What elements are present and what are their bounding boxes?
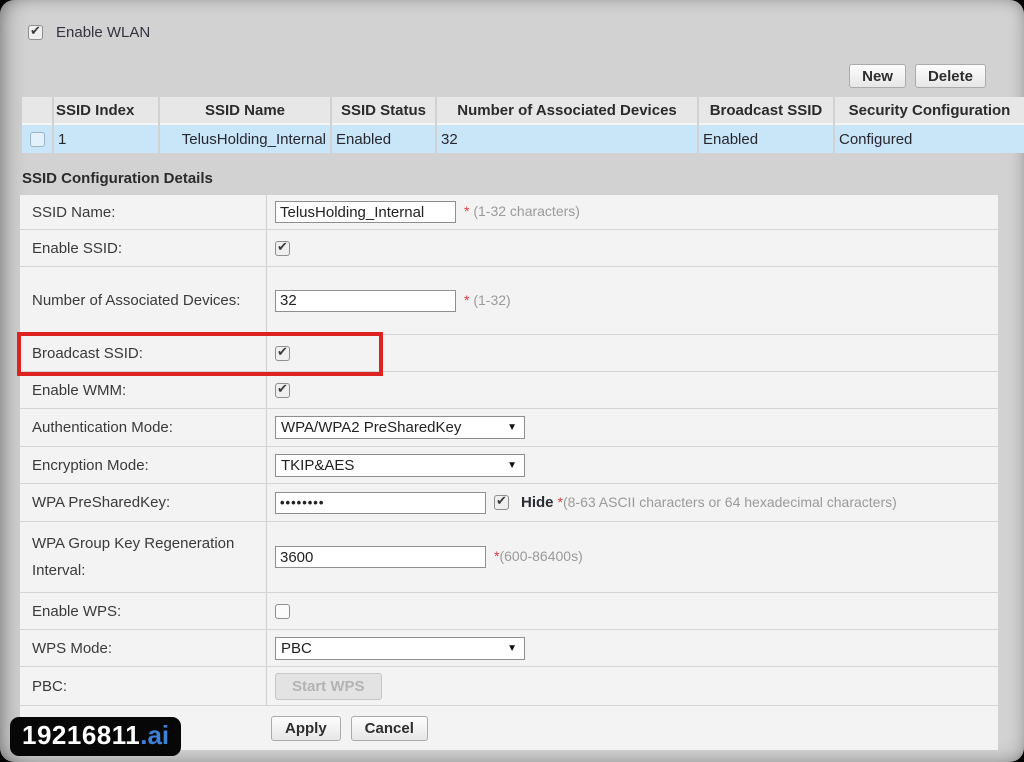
wpa-presharedkey-label: WPA PreSharedKey: <box>20 484 267 521</box>
associated-devices-input[interactable] <box>275 290 456 312</box>
hide-password-checkbox[interactable] <box>494 495 509 510</box>
wpa-presharedkey-input[interactable] <box>275 492 486 514</box>
form-row-enable-wmm: Enable WMM: <box>20 372 998 409</box>
col-security-configuration: Security Configuration <box>835 97 1024 125</box>
router-config-page: Enable WLAN New Delete SSID Index SSID N… <box>0 0 1024 762</box>
wpa-presharedkey-hint: (8-63 ASCII characters or 64 hexadecimal… <box>563 494 897 510</box>
col-broadcast-ssid: Broadcast SSID <box>699 97 833 125</box>
col-ssid-status: SSID Status <box>332 97 435 125</box>
cell-broadcast-ssid: Enabled <box>699 125 833 153</box>
form-row-enable-wps: Enable WPS: <box>20 593 998 630</box>
form-row-broadcast-ssid: Broadcast SSID: <box>20 335 998 372</box>
ssid-name-hint: (1-32 characters) <box>469 203 579 219</box>
form-row-authentication-mode: Authentication Mode: WPA/WPA2 PreSharedK… <box>20 409 998 447</box>
hide-label: Hide <box>521 494 554 511</box>
cell-ssid-status: Enabled <box>332 125 435 153</box>
watermark-badge: 19216811.ai <box>10 717 181 756</box>
wps-mode-value: PBC <box>281 640 312 657</box>
enable-wmm-label: Enable WMM: <box>20 372 267 408</box>
ssid-configuration-form: SSID Name: * (1-32 characters) Enable SS… <box>20 195 998 750</box>
col-ssid-index: SSID Index <box>54 97 158 125</box>
form-row-enable-ssid: Enable SSID: <box>20 230 998 267</box>
associated-devices-hint: (1-32) <box>469 292 510 308</box>
authentication-mode-label: Authentication Mode: <box>20 409 267 446</box>
cell-ssid-name: TelusHolding_Internal <box>160 125 330 153</box>
encryption-mode-select[interactable]: TKIP&AES ▼ <box>275 454 525 477</box>
pbc-label: PBC: <box>20 667 267 705</box>
form-row-wps-mode: WPS Mode: PBC ▼ <box>20 630 998 667</box>
new-button[interactable]: New <box>849 64 906 88</box>
col-associated-devices: Number of Associated Devices <box>437 97 697 125</box>
enable-ssid-label: Enable SSID: <box>20 230 267 266</box>
enable-wps-label: Enable WPS: <box>20 593 267 629</box>
encryption-mode-value: TKIP&AES <box>281 457 354 474</box>
section-title: SSID Configuration Details <box>22 170 998 187</box>
form-row-associated-devices: Number of Associated Devices: * (1-32) <box>20 267 998 335</box>
ssid-name-label: SSID Name: <box>20 195 267 229</box>
associated-devices-label: Number of Associated Devices: <box>20 267 267 334</box>
enable-wps-checkbox[interactable] <box>275 604 290 619</box>
enable-wlan-row: Enable WLAN <box>20 0 998 43</box>
enable-ssid-checkbox[interactable] <box>275 241 290 256</box>
watermark-suffix: .ai <box>140 720 169 750</box>
form-row-group-key-interval: WPA Group Key Regeneration Interval: *(6… <box>20 522 998 593</box>
ssid-table-row[interactable]: 1 TelusHolding_Internal Enabled 32 Enabl… <box>22 125 1024 153</box>
form-row-ssid-name: SSID Name: * (1-32 characters) <box>20 195 998 230</box>
form-row-encryption-mode: Encryption Mode: TKIP&AES ▼ <box>20 447 998 484</box>
watermark-text: 19216811 <box>22 720 140 750</box>
authentication-mode-select[interactable]: WPA/WPA2 PreSharedKey ▼ <box>275 416 525 439</box>
group-key-interval-input[interactable] <box>275 546 486 568</box>
ssid-table-header-row: SSID Index SSID Name SSID Status Number … <box>22 97 1024 125</box>
group-key-interval-hint: (600-86400s) <box>499 548 582 564</box>
encryption-mode-label: Encryption Mode: <box>20 447 267 483</box>
cell-ssid-index: 1 <box>54 125 158 153</box>
cancel-button[interactable]: Cancel <box>351 716 428 741</box>
enable-wlan-checkbox[interactable] <box>28 25 43 40</box>
form-row-pbc: PBC: Start WPS <box>20 667 998 706</box>
start-wps-button: Start WPS <box>275 673 382 700</box>
form-row-wpa-presharedkey: WPA PreSharedKey: Hide *(8-63 ASCII char… <box>20 484 998 522</box>
col-ssid-name: SSID Name <box>160 97 330 125</box>
wps-mode-label: WPS Mode: <box>20 630 267 666</box>
ssid-toolbar: New Delete <box>20 64 986 88</box>
ssid-table: SSID Index SSID Name SSID Status Number … <box>20 97 1024 153</box>
authentication-mode-value: WPA/WPA2 PreSharedKey <box>281 419 461 436</box>
header-checkbox-spacer <box>22 97 52 125</box>
enable-wmm-checkbox[interactable] <box>275 383 290 398</box>
apply-button[interactable]: Apply <box>271 716 341 741</box>
broadcast-ssid-label: Broadcast SSID: <box>20 335 267 371</box>
enable-wlan-label: Enable WLAN <box>56 24 150 41</box>
chevron-down-icon: ▼ <box>507 460 517 471</box>
cell-security-configuration: Configured <box>835 125 1024 153</box>
chevron-down-icon: ▼ <box>507 643 517 654</box>
cell-associated-devices: 32 <box>437 125 697 153</box>
wps-mode-select[interactable]: PBC ▼ <box>275 637 525 660</box>
broadcast-ssid-checkbox[interactable] <box>275 346 290 361</box>
ssid-name-input[interactable] <box>275 201 456 223</box>
chevron-down-icon: ▼ <box>507 422 517 433</box>
delete-button[interactable]: Delete <box>915 64 986 88</box>
row-select-checkbox[interactable] <box>30 132 45 147</box>
group-key-interval-label: WPA Group Key Regeneration Interval: <box>20 522 267 592</box>
